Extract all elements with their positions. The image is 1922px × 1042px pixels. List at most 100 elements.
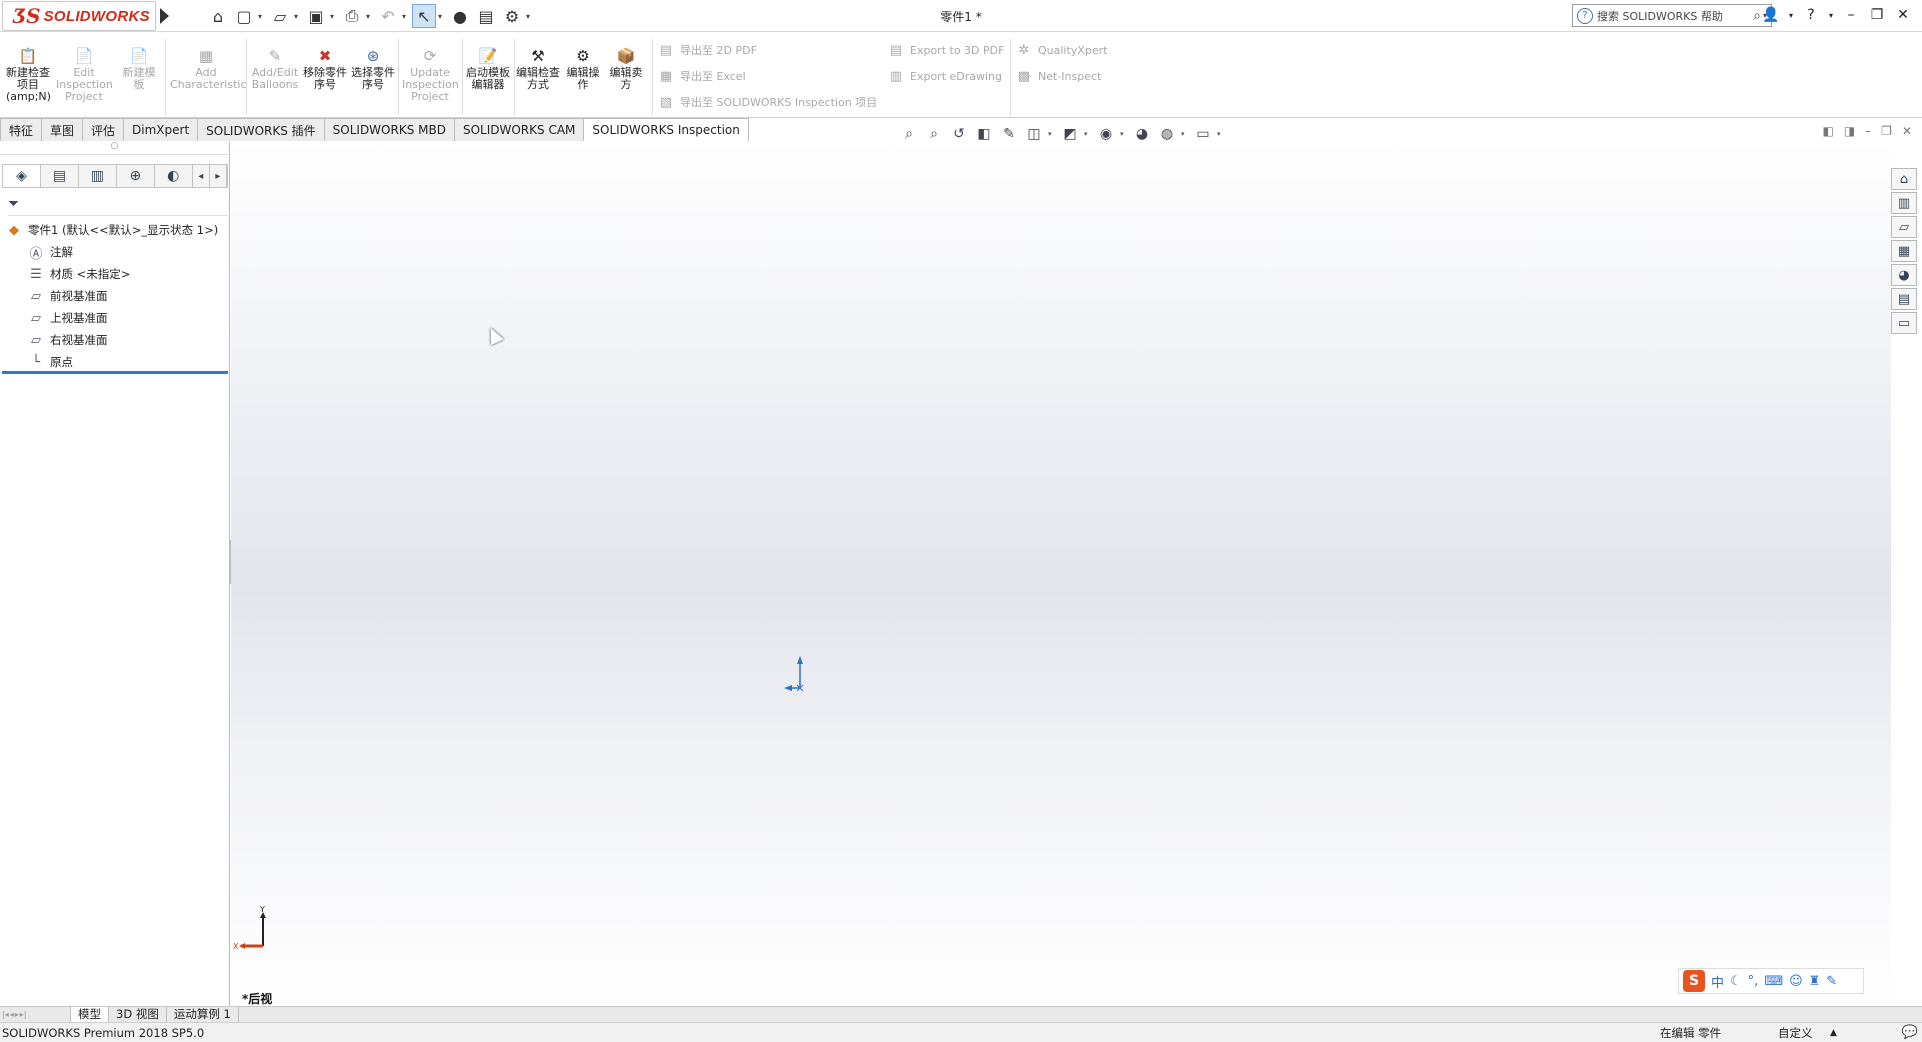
select-part-number-button[interactable]: ⊛ 选择零件序号 (350, 47, 396, 91)
section-view-icon[interactable]: ◧ (973, 124, 995, 144)
tab-solidworks-mbd[interactable]: SOLIDWORKS MBD (323, 118, 455, 141)
wrench-icon[interactable]: ✎ (1826, 974, 1837, 989)
export-sw-inspection-button[interactable]: ▧ 导出至 SOLIDWORKS Inspection 项目 (658, 93, 877, 111)
units-caret-icon[interactable]: ▲ (1830, 1028, 1837, 1038)
filter-icon[interactable]: ⏷ (8, 196, 228, 216)
edit-appearance-icon[interactable]: ◕ (1131, 124, 1153, 144)
view-settings-dropdown-icon[interactable]: ▾ (1217, 130, 1225, 138)
scroll-right-icon[interactable]: ▸ (210, 165, 227, 187)
shirt-icon[interactable]: ♜ (1809, 974, 1821, 989)
tree-item-material[interactable]: ☰ 材质 <未指定> (4, 263, 226, 285)
zoom-to-fit-icon[interactable]: ⌕ (898, 124, 920, 144)
help-icon[interactable]: ? (1800, 4, 1822, 26)
design-library-icon[interactable]: ▥ (1891, 192, 1917, 214)
options-gear-icon[interactable]: ⚙ (500, 4, 524, 28)
edit-vendor-button[interactable]: 📦 编辑卖方 (606, 47, 646, 91)
tab-evaluate[interactable]: 评估 (82, 118, 125, 141)
edit-inspection-project-button[interactable]: 📄 Edit Inspection Project (56, 47, 113, 103)
doc-close-icon[interactable]: ✕ (1902, 124, 1912, 138)
tile-right-icon[interactable]: ◨ (1844, 124, 1855, 138)
new-document-icon[interactable]: ▢ (232, 4, 256, 28)
display-style-dropdown-icon[interactable]: ▾ (1084, 130, 1092, 138)
edit-inspection-method-button[interactable]: ⚒ 编辑检查方式 (516, 47, 560, 91)
graphics-viewport[interactable]: Y X *后视 (231, 141, 1891, 1006)
tab-features[interactable]: 特征 (0, 118, 43, 141)
net-inspect-button[interactable]: ▩ Net-Inspect (1016, 67, 1102, 85)
export-edrawing-button[interactable]: ▥ Export eDrawing (888, 67, 1002, 85)
user-icon[interactable]: ☺ (1789, 974, 1803, 989)
tree-item-annotations[interactable]: Ⓐ 注解 (4, 241, 226, 263)
solidworks-logo[interactable]: ƷS SOLIDWORKS (2, 1, 156, 31)
remove-part-number-button[interactable]: ✖ 移除零件序号 (302, 47, 348, 91)
apply-scene-icon[interactable]: ◍ (1156, 124, 1178, 144)
previous-view-icon[interactable]: ↺ (948, 124, 970, 144)
zoom-to-area-icon[interactable]: ⌕ (923, 124, 945, 144)
configuration-manager-tab-icon[interactable]: ▥ (79, 165, 117, 187)
solidworks-resources-icon[interactable]: ⌂ (1891, 168, 1917, 190)
user-dropdown-icon[interactable]: ▾ (1786, 4, 1796, 26)
file-properties-icon[interactable]: ▤ (474, 4, 498, 28)
notification-icon[interactable]: 💬 (1902, 1025, 1918, 1040)
view-settings-icon[interactable]: ▭ (1192, 124, 1214, 144)
tab-motion-study-1[interactable]: 运动算例 1 (165, 1006, 239, 1023)
doc-minimize-icon[interactable]: – (1865, 124, 1871, 138)
doc-restore-icon[interactable]: ❐ (1881, 124, 1892, 138)
export-2d-pdf-button[interactable]: ▤ 导出至 2D PDF (658, 41, 757, 59)
tab-model[interactable]: 模型 (70, 1006, 109, 1023)
tile-left-icon[interactable]: ◧ (1822, 124, 1833, 138)
forum-icon[interactable]: ▭ (1891, 312, 1917, 334)
home-icon[interactable]: ⌂ (206, 4, 230, 28)
select-dropdown-icon[interactable]: ▾ (438, 12, 446, 21)
export-3d-pdf-button[interactable]: ▤ Export to 3D PDF (888, 41, 1005, 59)
scene-dropdown-icon[interactable]: ▾ (1181, 130, 1189, 138)
dimxpert-manager-tab-icon[interactable]: ⊕ (117, 165, 155, 187)
scroll-left-icon[interactable]: ◂ (193, 165, 210, 187)
display-style-icon[interactable]: ◩ (1059, 124, 1081, 144)
open-folder-icon[interactable]: ▱ (268, 4, 292, 28)
print-icon[interactable]: ⎙ (340, 4, 364, 28)
tab-3d-views[interactable]: 3D 视图 (108, 1006, 167, 1023)
view-orientation-icon[interactable]: ◫ (1023, 124, 1045, 144)
update-inspection-project-button[interactable]: ⟳ Update Inspection Project (402, 47, 459, 103)
restore-icon[interactable]: ❐ (1866, 4, 1888, 26)
rebuild-icon[interactable]: ● (448, 4, 472, 28)
options-dropdown-icon[interactable]: ▾ (526, 12, 534, 21)
tree-root-part[interactable]: ◆ 零件1 (默认<<默认>_显示状态 1>) (4, 219, 226, 241)
appearances-scenes-icon[interactable]: ◕ (1891, 264, 1917, 286)
export-excel-button[interactable]: ▦ 导出至 Excel (658, 67, 746, 85)
add-edit-balloons-button[interactable]: ✎ Add/Edit Balloons (250, 47, 300, 91)
ime-mode-toggle[interactable]: 中 (1711, 972, 1724, 991)
user-account-icon[interactable]: 👤 (1760, 4, 1782, 26)
tab-scroll-arrows[interactable]: |◂ ◂ ▸ ▸| (0, 1010, 70, 1019)
punctuation-icon[interactable]: °, (1748, 974, 1759, 989)
units-custom[interactable]: 自定义 (1778, 1025, 1813, 1041)
minimize-icon[interactable]: – (1840, 4, 1862, 26)
last-tab-icon[interactable]: ▸| (20, 1010, 27, 1019)
undo-icon[interactable]: ↶ (376, 4, 400, 28)
tab-solidworks-inspection[interactable]: SOLIDWORKS Inspection (583, 118, 749, 142)
new-inspection-project-button[interactable]: 📋 新建检查项目(amp;N) (6, 47, 51, 103)
new-template-button[interactable]: 📄 新建模板 (118, 47, 160, 91)
tree-item-right-plane[interactable]: ▱ 右视基准面 (4, 329, 226, 351)
feature-manager-tab-icon[interactable]: ◈ (3, 165, 41, 187)
close-icon[interactable]: ✕ (1892, 4, 1914, 26)
undo-dropdown-icon[interactable]: ▾ (402, 12, 410, 21)
tab-sketch[interactable]: 草图 (41, 118, 84, 141)
sogou-logo-icon[interactable]: S (1683, 970, 1705, 992)
moon-icon[interactable]: ☾ (1730, 974, 1742, 989)
help-dropdown-icon[interactable]: ▾ (1826, 4, 1836, 26)
rollback-bar[interactable] (2, 371, 228, 374)
add-characteristic-button[interactable]: ▦ Add Characteristic (170, 47, 247, 91)
dynamic-annotation-icon[interactable]: ✎ (998, 124, 1020, 144)
next-tab-icon[interactable]: ▸ (15, 1010, 19, 1019)
expand-menu-arrow-icon[interactable] (160, 8, 169, 24)
tree-item-origin[interactable]: └ 原点 (4, 351, 226, 373)
print-dropdown-icon[interactable]: ▾ (366, 12, 374, 21)
open-dropdown-icon[interactable]: ▾ (294, 12, 302, 21)
tree-item-front-plane[interactable]: ▱ 前视基准面 (4, 285, 226, 307)
keyboard-icon[interactable]: ⌨ (1764, 974, 1783, 989)
save-icon[interactable]: ▣ (304, 4, 328, 28)
hide-show-dropdown-icon[interactable]: ▾ (1120, 130, 1128, 138)
quality-xpert-button[interactable]: ✲ QualityXpert (1016, 41, 1108, 59)
new-dropdown-icon[interactable]: ▾ (258, 12, 266, 21)
